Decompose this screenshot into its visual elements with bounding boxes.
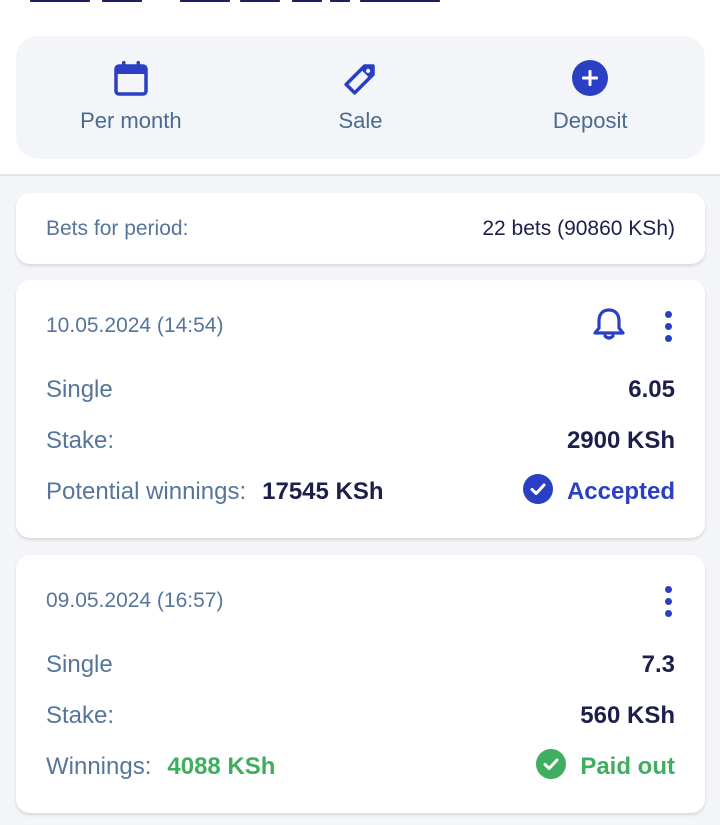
- bet-odds: 6.05: [628, 376, 675, 403]
- deposit-button[interactable]: Deposit: [475, 36, 705, 159]
- check-circle-icon: [536, 748, 567, 786]
- winnings-value: 4088 KSh: [167, 753, 276, 780]
- bet-type: Single: [46, 376, 113, 403]
- bell-icon[interactable]: [591, 306, 627, 347]
- status-badge: Paid out: [536, 748, 675, 786]
- more-options-icon[interactable]: [661, 310, 675, 342]
- check-circle-icon: [522, 473, 553, 511]
- winnings-label: Potential winnings:: [46, 478, 247, 505]
- stake-label: Stake:: [46, 702, 115, 729]
- plus-circle-icon: [570, 58, 610, 98]
- winnings-value: 17545 KSh: [262, 478, 384, 505]
- clipped-page-title: [30, 0, 450, 6]
- quick-actions-bar: Per month Sale Deposit: [16, 36, 705, 159]
- header-area: Per month Sale Deposit: [0, 0, 720, 176]
- status-text: Accepted: [566, 478, 675, 505]
- summary-label: Bets for period:: [46, 216, 189, 240]
- tag-icon: [341, 58, 381, 98]
- status-badge: Accepted: [522, 473, 675, 511]
- stake-label: Stake:: [46, 427, 115, 454]
- more-options-icon[interactable]: [661, 585, 675, 617]
- status-text: Paid out: [580, 753, 675, 780]
- per-month-button[interactable]: Per month: [16, 36, 246, 159]
- deposit-label: Deposit: [552, 108, 628, 133]
- bet-datetime: 09.05.2024 (16:57): [46, 589, 224, 612]
- winnings-label: Winnings:: [46, 753, 152, 780]
- bet-datetime: 10.05.2024 (14:54): [46, 314, 224, 337]
- bet-odds: 7.3: [641, 651, 675, 678]
- per-month-label: Per month: [80, 108, 182, 133]
- calendar-icon: [111, 58, 151, 98]
- sale-label: Sale: [338, 108, 383, 133]
- bet-card[interactable]: 09.05.2024 (16:57) Single 7.3 Stake: 560…: [16, 555, 705, 813]
- bets-period-summary: Bets for period: 22 bets (90860 KSh): [16, 193, 705, 264]
- bet-type: Single: [46, 651, 113, 678]
- bet-card[interactable]: 10.05.2024 (14:54) Single 6.05 Stake: 29…: [16, 280, 705, 538]
- summary-value: 22 bets (90860 KSh): [482, 216, 675, 240]
- stake-value: 2900 KSh: [566, 427, 675, 454]
- sale-button[interactable]: Sale: [246, 36, 476, 159]
- stake-value: 560 KSh: [580, 702, 675, 729]
